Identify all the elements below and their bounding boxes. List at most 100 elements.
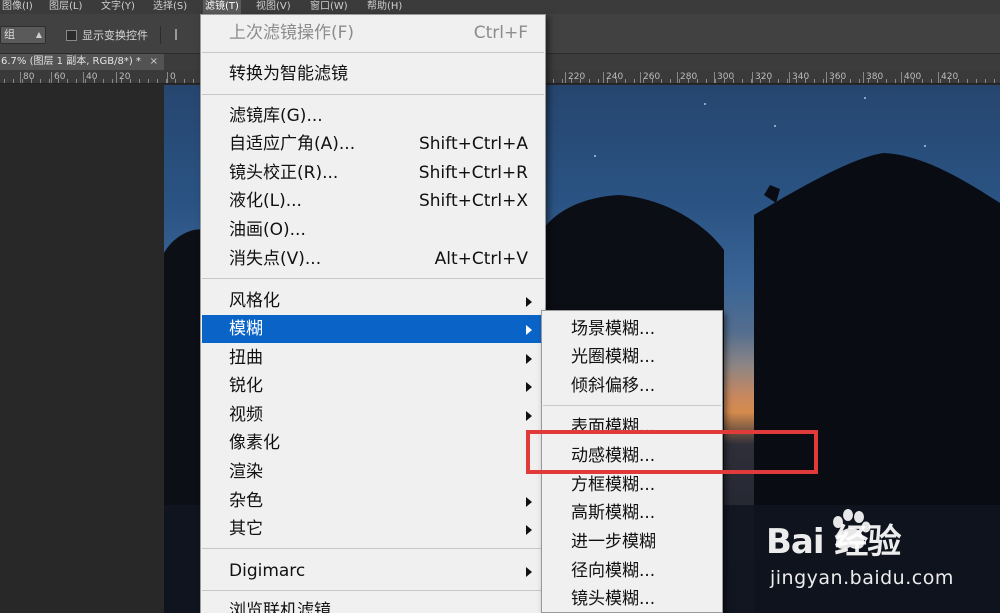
ruler-minor-tick <box>13 79 14 83</box>
render-label: 渲染 <box>229 462 263 482</box>
ruler-minor-tick <box>706 79 707 83</box>
submenu-arrow-icon <box>526 382 532 392</box>
ruler-minor-tick <box>94 79 95 83</box>
menu-type[interactable]: 文字(Y) <box>99 0 137 14</box>
ruler-minor-tick <box>715 79 716 83</box>
ruler-minor-tick <box>976 79 977 83</box>
document-tab[interactable]: 6.7% (图层 1 副本, RGB/8*) * × <box>0 54 164 70</box>
menu-item-other[interactable]: 其它 <box>202 515 544 543</box>
ruler-minor-tick <box>796 79 797 83</box>
oil-paint-label: 油画(O)... <box>229 220 306 240</box>
ruler-minor-tick <box>886 79 887 83</box>
menu-separator <box>202 52 544 53</box>
menu-item-sharpen[interactable]: 锐化 <box>202 372 544 400</box>
menu-item-adaptive-wide-angle[interactable]: 自适应广角(A)... Shift+Ctrl+A <box>202 130 544 158</box>
convert-smart-filter-label: 转换为智能滤镜 <box>229 64 348 84</box>
menu-view[interactable]: 视图(V) <box>254 0 293 14</box>
menu-select[interactable]: 选择(S) <box>151 0 189 14</box>
ruler-minor-tick <box>4 79 5 83</box>
submenu-arrow-icon <box>526 411 532 421</box>
menu-item-browse-filters-online[interactable]: 浏览联机滤镜... <box>202 597 544 613</box>
menu-separator <box>202 590 544 591</box>
submenu-item-field-blur[interactable]: 场景模糊... <box>543 315 721 343</box>
menu-filter[interactable]: 滤镜(T) <box>203 0 241 14</box>
ruler-minor-tick <box>148 79 149 83</box>
align-left-icon[interactable] <box>175 29 184 40</box>
submenu-item-tilt-shift[interactable]: 倾斜偏移... <box>543 372 721 400</box>
submenu-arrow-icon <box>526 297 532 307</box>
ruler-minor-tick <box>121 79 122 83</box>
ruler-minor-tick <box>832 79 833 83</box>
submenu-arrow-icon <box>526 354 532 364</box>
submenu-item-iris-blur[interactable]: 光圈模糊... <box>543 343 721 371</box>
ruler-minor-tick <box>49 79 50 83</box>
menu-item-oil-paint[interactable]: 油画(O)... <box>202 216 544 244</box>
auto-select-dropdown[interactable]: 组 ▲ <box>0 26 46 44</box>
document-tab-title: 6.7% (图层 1 副本, RGB/8*) * <box>1 56 141 67</box>
ruler-minor-tick <box>157 79 158 83</box>
menu-item-convert-smart-filter[interactable]: 转换为智能滤镜 <box>202 60 544 88</box>
options-divider <box>160 26 161 44</box>
ruler-minor-tick <box>850 79 851 83</box>
submenu-arrow-icon <box>526 567 532 577</box>
chevron-updown-icon: ▲ <box>35 30 42 39</box>
ruler-minor-tick <box>949 79 950 83</box>
menu-item-vanishing-point[interactable]: 消失点(V)... Alt+Ctrl+V <box>202 245 544 273</box>
ruler-minor-tick <box>805 79 806 83</box>
menu-item-distort[interactable]: 扭曲 <box>202 344 544 372</box>
submenu-item-lens-blur[interactable]: 镜头模糊... <box>543 585 721 613</box>
submenu-item-box-blur[interactable]: 方框模糊... <box>543 471 721 499</box>
submenu-item-radial-blur[interactable]: 径向模糊... <box>543 557 721 585</box>
ruler-minor-tick <box>751 79 752 83</box>
menu-layer[interactable]: 图层(L) <box>47 0 84 14</box>
ruler-minor-tick <box>868 79 869 83</box>
field-blur-label: 场景模糊... <box>571 319 656 339</box>
menu-item-last-filter: 上次滤镜操作(F) Ctrl+F <box>202 19 544 47</box>
ruler-minor-tick <box>913 79 914 83</box>
stylize-label: 风格化 <box>229 291 280 311</box>
menu-item-stylize[interactable]: 风格化 <box>202 287 544 315</box>
ruler-minor-tick <box>58 79 59 83</box>
ruler-minor-tick <box>841 79 842 83</box>
menu-item-video[interactable]: 视频 <box>202 401 544 429</box>
blur-label: 模糊 <box>229 319 263 339</box>
ruler-minor-tick <box>598 79 599 83</box>
ruler-minor-tick <box>31 79 32 83</box>
menu-item-noise[interactable]: 杂色 <box>202 487 544 515</box>
menu-item-lens-correction[interactable]: 镜头校正(R)... Shift+Ctrl+R <box>202 159 544 187</box>
ruler-minor-tick <box>778 79 779 83</box>
submenu-item-blur-more[interactable]: 进一步模糊 <box>543 528 721 556</box>
ruler-minor-tick <box>787 79 788 83</box>
box-blur-label: 方框模糊... <box>571 475 656 495</box>
ruler-minor-tick <box>193 79 194 83</box>
menu-item-blur[interactable]: 模糊 <box>202 315 544 343</box>
ruler-minor-tick <box>166 79 167 83</box>
menu-item-digimarc[interactable]: Digimarc <box>202 557 544 585</box>
blur-more-label: 进一步模糊 <box>571 532 656 552</box>
submenu-item-gaussian-blur[interactable]: 高斯模糊... <box>543 499 721 527</box>
digimarc-label: Digimarc <box>229 561 306 581</box>
ruler-minor-tick <box>103 79 104 83</box>
menu-item-liquify[interactable]: 液化(L)... Shift+Ctrl+X <box>202 187 544 215</box>
submenu-arrow-icon <box>526 325 532 335</box>
ruler-minor-tick <box>877 79 878 83</box>
ruler-minor-tick <box>931 79 932 83</box>
show-transform-label: 显示变换控件 <box>82 29 148 42</box>
submenu-arrow-icon <box>526 497 532 507</box>
pixelate-label: 像素化 <box>229 433 280 453</box>
menu-window[interactable]: 窗口(W) <box>308 0 350 14</box>
menu-item-pixelate[interactable]: 像素化 <box>202 429 544 457</box>
baidu-jingyan-watermark: Bai 经验 jingyan.baidu.com <box>766 508 996 604</box>
menu-item-render[interactable]: 渲染 <box>202 458 544 486</box>
vanishing-point-label: 消失点(V)... <box>229 249 322 269</box>
menu-image[interactable]: 图像(I) <box>0 0 35 14</box>
ruler-minor-tick <box>67 79 68 83</box>
ruler-minor-tick <box>139 79 140 83</box>
close-tab-icon[interactable]: × <box>150 54 158 70</box>
ruler-minor-tick <box>994 79 995 83</box>
menu-item-filter-gallery[interactable]: 滤镜库(G)... <box>202 102 544 130</box>
ruler-minor-tick <box>697 79 698 83</box>
show-transform-checkbox[interactable] <box>66 30 77 41</box>
ruler-minor-tick <box>607 79 608 83</box>
menu-help[interactable]: 帮助(H) <box>365 0 404 14</box>
